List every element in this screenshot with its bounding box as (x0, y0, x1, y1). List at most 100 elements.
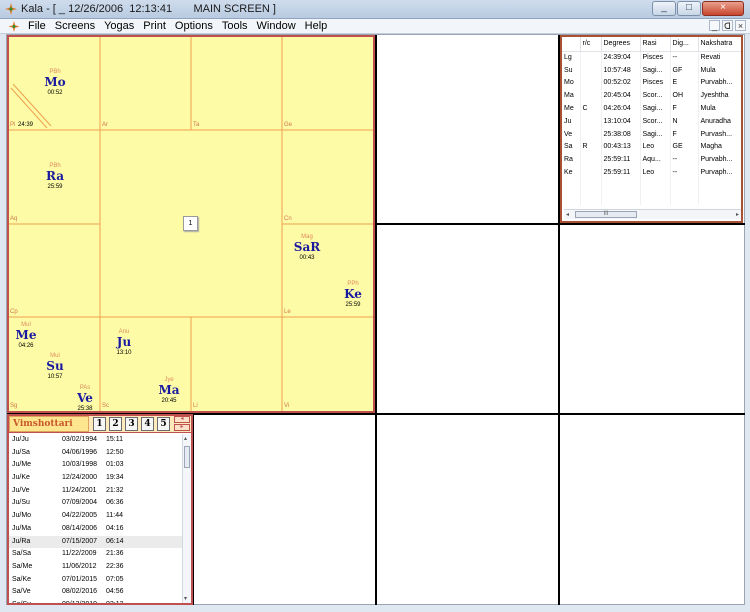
dasha-row[interactable]: Ju/Ke 12/24/2000 19:34 (9, 472, 182, 485)
planet-degree: 25:59 (345, 302, 361, 308)
close-button[interactable]: × (702, 1, 744, 16)
scroll-up-icon[interactable]: ▴ (184, 435, 187, 442)
scroll-thumb[interactable] (184, 446, 190, 468)
dasha-period: Ju/Ve (12, 486, 30, 494)
scroll-down-icon[interactable]: ▾ (184, 595, 187, 602)
cell-planet: Ke (562, 166, 581, 179)
column-header-dignity[interactable]: Dig... (670, 37, 699, 52)
scroll-left-icon[interactable]: ◂ (566, 211, 569, 218)
table-row[interactable]: Ke 25:59:11 Leo -- Purvaph... (562, 166, 741, 179)
menu-file[interactable]: File (27, 20, 47, 32)
table-row[interactable]: Su 10:57:48 Sagi... GF Mula (562, 63, 741, 77)
column-header-rasi[interactable]: Rasi (640, 37, 671, 52)
next-arrow-icon[interactable]: ▸ (174, 424, 190, 431)
dasha-row[interactable]: Ju/Mo 04/22/2005 11:44 (9, 510, 182, 523)
table-row[interactable]: Ve 25:38:08 Sagi... F Purvash... (562, 127, 741, 141)
maximize-button[interactable]: □ (677, 1, 701, 16)
dasha-date: 04/22/2005 (62, 512, 98, 520)
planet-moon[interactable]: PBh Mo 00:52 (38, 69, 72, 97)
cell-nakshatra: Jyeshtha (698, 89, 741, 103)
table-row[interactable]: Ra 25:59:11 Aqu... -- Purvabh... (562, 153, 741, 167)
dasha-row[interactable]: Ju/Ra 07/15/2007 06:14 (9, 535, 182, 549)
minimize-button[interactable]: _ (652, 1, 676, 16)
planet-sun[interactable]: Mul Su 10:57 (38, 353, 72, 381)
column-header-planet[interactable] (562, 37, 581, 52)
menu-window[interactable]: Window (256, 20, 297, 32)
empty-cell (640, 178, 671, 192)
dasha-time: 12:50 (106, 448, 124, 456)
dasha-row[interactable]: Sa/Ve 08/02/2016 04:56 (9, 586, 182, 599)
cell-dignity: F (670, 102, 699, 115)
cell-degrees: 13:10:04 (601, 114, 641, 128)
scroll-right-icon[interactable]: ▸ (736, 211, 739, 218)
empty-cell (670, 178, 699, 192)
child-close-button[interactable]: × (735, 20, 746, 31)
dasha-time: 22:36 (106, 562, 124, 570)
dasha-period: Ju/Ma (12, 524, 32, 532)
dasha-system-selector[interactable]: Vimshottari (9, 416, 89, 432)
scroll-thumb[interactable]: III (575, 211, 637, 218)
cell-rc (580, 153, 602, 167)
dasha-time: 04:56 (106, 588, 124, 596)
column-header-nakshatra[interactable]: Nakshatra (698, 37, 741, 52)
level-2-button[interactable]: 2 (109, 417, 122, 431)
planet-jupiter[interactable]: Anu Ju 13:10 (107, 329, 141, 357)
dasha-list: Ju/Ju 03/02/1994 15:11 Ju/Sa 04/06/1996 12:50… (9, 434, 182, 603)
menu-yogas[interactable]: Yogas (103, 20, 135, 32)
menu-help[interactable]: Help (304, 20, 329, 32)
planet-mars[interactable]: Jye Ma 20:45 (152, 377, 186, 405)
table-row[interactable]: Me C 04:26:04 Sagi... F Mula (562, 102, 741, 115)
horizontal-scrollbar[interactable]: ◂ III ▸ (564, 209, 741, 219)
dasha-time: 19:34 (106, 474, 124, 482)
table-row[interactable]: Mo 00:52:02 Pisces E Purvabh... (562, 76, 741, 90)
cell-rc (580, 166, 602, 179)
sign-label-gemini: Ge (284, 122, 293, 128)
dasha-period: Sa/Sa (12, 550, 32, 558)
cell-rc (580, 63, 602, 77)
planet-degree: 25:38 (77, 406, 93, 412)
planet-saturn[interactable]: Mag SaR 00:43 (290, 234, 324, 262)
menu-tools[interactable]: Tools (221, 20, 249, 32)
dasha-row[interactable]: Ju/Ve 11/24/2001 21:32 (9, 485, 182, 498)
child-restore-button[interactable]: ᗡ (722, 20, 733, 31)
dasha-row[interactable]: Ju/Me 10/03/1998 01:03 (9, 459, 182, 472)
dasha-period: Sa/Ve (12, 588, 31, 596)
dasha-row[interactable]: Ju/Sa 04/06/1996 12:50 (9, 447, 182, 460)
level-4-button[interactable]: 4 (141, 417, 154, 431)
table-row[interactable]: Lg 24:39:04 Pisces -- Revati (562, 51, 741, 64)
document-icon[interactable] (8, 21, 20, 32)
planet-rahu[interactable]: PBh Ra 25:59 (38, 163, 72, 191)
cell-dignity: E (670, 76, 699, 90)
menu-options[interactable]: Options (174, 20, 214, 32)
planet-venus[interactable]: PAs Ve 25:38 (68, 385, 102, 413)
dasha-row[interactable]: Ju/Su 07/09/2004 06:36 (9, 497, 182, 510)
table-row[interactable]: Sa R 00:43:13 Leo GE Magha (562, 140, 741, 154)
planet-ketu[interactable]: PPh Ke 25:59 (336, 281, 370, 309)
table-row[interactable]: Ma 20:45:04 Scor... OH Jyeshtha (562, 89, 741, 103)
vertical-scrollbar[interactable]: ▴ ▾ (182, 434, 191, 603)
empty-cell (580, 178, 602, 192)
menu-print[interactable]: Print (142, 20, 167, 32)
child-minimize-button[interactable]: _ (709, 20, 720, 31)
chart-number-box[interactable]: 1 (183, 216, 198, 231)
rasi-chart[interactable]: Pi 24:39 Ar Ta Ge Aq Cn Cp Le Sg Sc Li V… (7, 35, 375, 413)
menu-screens[interactable]: Screens (54, 20, 96, 32)
column-header-rc[interactable]: r/c (580, 37, 602, 52)
dasha-date: 08/14/2006 (62, 524, 98, 532)
column-header-degrees[interactable]: Degrees (601, 37, 641, 52)
dasha-row[interactable]: Sa/Sa 11/22/2009 21:36 (9, 548, 182, 561)
dasha-row[interactable]: Sa/Me 11/06/2012 22:36 (9, 561, 182, 574)
planet-mercury[interactable]: Mul Me 04:26 (9, 322, 43, 350)
dasha-row[interactable]: Ju/Ju 03/02/1994 15:11 (9, 434, 182, 447)
table-row[interactable]: Ju 13:10:04 Scor... N Anuradha (562, 114, 741, 128)
empty-cell (601, 178, 641, 192)
level-3-button[interactable]: 3 (125, 417, 138, 431)
previous-arrow-icon[interactable]: ◂ (174, 416, 190, 423)
dasha-row[interactable]: Sa/Ke 07/01/2015 07:05 (9, 574, 182, 587)
empty-table-row (562, 178, 741, 192)
dasha-row[interactable]: Sa/Su 09/13/2019 02:12 (9, 599, 182, 603)
dasha-row[interactable]: Ju/Ma 08/14/2006 04:16 (9, 523, 182, 536)
level-5-button[interactable]: 5 (157, 417, 170, 431)
level-1-button[interactable]: 1 (93, 417, 106, 431)
cell-dignity: -- (670, 153, 699, 167)
